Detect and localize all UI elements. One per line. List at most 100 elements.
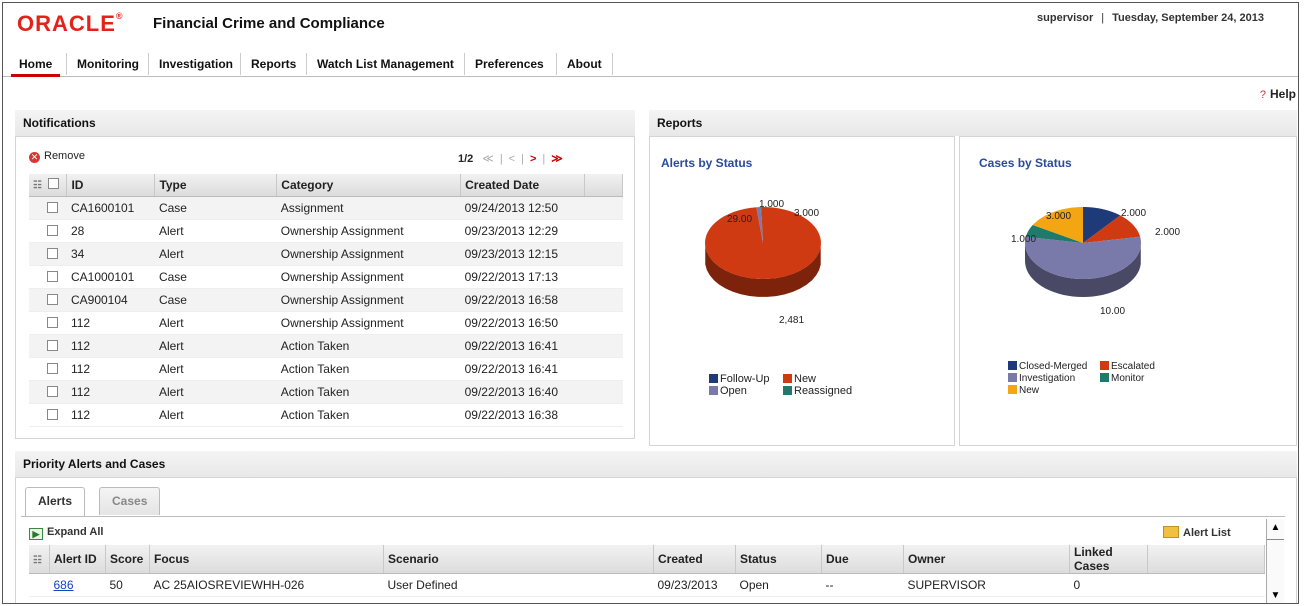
col-score[interactable]: Score xyxy=(105,545,150,574)
notification-category: Action Taken xyxy=(276,403,461,427)
remove-icon: ✕ xyxy=(29,152,40,163)
next-page-icon[interactable]: > xyxy=(530,153,536,165)
nav-about[interactable]: About xyxy=(559,53,610,77)
row-checkbox[interactable] xyxy=(47,339,58,351)
table-row[interactable]: CA1000101 Case Ownership Assignment 09/22/2… xyxy=(29,265,623,289)
col-category[interactable]: Category xyxy=(276,174,462,197)
notification-date: 09/22/2013 16:41 xyxy=(460,357,585,381)
notification-type: Alert xyxy=(154,357,277,381)
alert-id[interactable]: 686 xyxy=(49,573,106,597)
table-row[interactable]: 34 Alert Ownership Assignment 09/23/2013 12… xyxy=(29,242,623,266)
alert-score: 50 xyxy=(105,573,150,597)
table-row[interactable]: CA1600101 Case Assignment 09/24/2013 12:50 xyxy=(29,196,623,220)
col-linked-cases[interactable]: Linked Cases xyxy=(1069,545,1148,574)
row-select xyxy=(29,311,67,335)
table-row[interactable]: 112 Alert Ownership Assignment 09/22/2013 1… xyxy=(29,311,623,335)
row-select xyxy=(29,334,67,358)
alert-id-link[interactable]: 656 xyxy=(54,601,74,603)
row-checkbox[interactable] xyxy=(47,293,58,305)
nav-home[interactable]: Home xyxy=(11,53,61,77)
col-created-date[interactable]: Created Date xyxy=(460,174,586,197)
alerts-legend: Follow-Up New Open Reassigned xyxy=(709,373,852,397)
col-alert-id[interactable]: Alert ID xyxy=(49,545,106,574)
row-checkbox[interactable] xyxy=(47,224,58,236)
row-checkbox[interactable] xyxy=(47,408,58,420)
remove-button[interactable]: ✕ Remove xyxy=(29,150,85,163)
row-select xyxy=(29,403,67,427)
alert-score: 50 xyxy=(105,596,150,603)
prev-page-icon[interactable]: < xyxy=(509,153,515,165)
row-checkbox[interactable] xyxy=(47,316,58,328)
cases-legend: Closed-Merged Escalated Investigation Moni… xyxy=(1008,361,1155,397)
row-checkbox[interactable] xyxy=(47,201,58,213)
remove-label: Remove xyxy=(44,150,85,162)
alert-id-link[interactable]: 686 xyxy=(54,578,74,592)
table-row[interactable]: 686 50 AC 25AIOSREVIEWHH-026 User Defined 09… xyxy=(29,573,1265,597)
row-checkbox[interactable] xyxy=(47,247,58,259)
legend-cases-new: New xyxy=(1019,385,1040,396)
alert-list-button[interactable]: Alert List xyxy=(1163,526,1231,539)
notification-id: 112 xyxy=(66,380,155,404)
alert-created: 09/23/2013 xyxy=(653,573,736,597)
row-checkbox[interactable] xyxy=(47,385,58,397)
scroll-up-icon[interactable]: ▲ xyxy=(1270,523,1281,533)
nav-monitoring[interactable]: Monitoring xyxy=(69,53,147,77)
col-focus[interactable]: Focus xyxy=(149,545,384,574)
col-due[interactable]: Due xyxy=(821,545,904,574)
cases-label-monitor: 1.000 xyxy=(1011,234,1037,245)
notification-category: Assignment xyxy=(276,196,461,220)
nav-reports[interactable]: Reports xyxy=(243,53,304,77)
row-select xyxy=(29,265,67,289)
scroll-down-icon[interactable]: ▼ xyxy=(1270,591,1281,601)
tree-icon: ☷ xyxy=(33,180,42,192)
notification-type: Case xyxy=(154,265,277,289)
alert-scenario: User Defined xyxy=(383,573,654,597)
help-link[interactable]: ? Help xyxy=(1260,87,1296,101)
notification-id: 112 xyxy=(66,311,155,335)
legend-follow-up: Follow-Up xyxy=(720,373,770,385)
priority-header: Priority Alerts and Cases xyxy=(15,451,1297,477)
row-checkbox[interactable] xyxy=(47,362,58,374)
select-all-checkbox[interactable] xyxy=(48,178,60,190)
alert-id[interactable]: 656 xyxy=(49,596,106,603)
col-created[interactable]: Created xyxy=(653,545,736,574)
last-page-icon[interactable]: ≫ xyxy=(551,153,563,165)
help-label: Help xyxy=(1269,87,1296,101)
row-checkbox[interactable] xyxy=(47,270,58,282)
notifications-header: Notifications xyxy=(15,110,635,136)
alert-focus: AC 25AIOSREVIEWHH-026 xyxy=(149,573,384,597)
expand-all-button[interactable]: ▶ Expand All xyxy=(29,526,103,540)
notification-date: 09/22/2013 16:40 xyxy=(460,380,585,404)
nav-preferences[interactable]: Preferences xyxy=(467,53,552,77)
table-row[interactable]: 112 Alert Action Taken 09/22/2013 16:41 xyxy=(29,357,623,381)
expand-icon: ▶ xyxy=(29,528,43,540)
first-page-icon[interactable]: ≪ xyxy=(482,153,494,165)
tab-cases[interactable]: Cases xyxy=(99,487,161,515)
col-status[interactable]: Status xyxy=(735,545,822,574)
notification-type: Alert xyxy=(154,219,277,243)
alerts-label-open: 29.00 xyxy=(727,214,753,225)
tab-alerts[interactable]: Alerts xyxy=(25,487,86,517)
alert-due: -- xyxy=(821,573,904,597)
table-row[interactable]: 112 Alert Action Taken 09/22/2013 16:40 xyxy=(29,380,623,404)
notification-date: 09/22/2013 16:50 xyxy=(460,311,585,335)
col-owner[interactable]: Owner xyxy=(903,545,1070,574)
table-row[interactable]: 112 Alert Action Taken 09/22/2013 16:38 xyxy=(29,403,623,427)
table-row[interactable]: CA900104 Case Ownership Assignment 09/22/20… xyxy=(29,288,623,312)
nav-watch-list-management[interactable]: Watch List Management xyxy=(309,53,462,77)
col-id[interactable]: ID xyxy=(66,174,156,197)
table-row[interactable]: 656 50CU PSCEI01User Defined09/23/2013Ope… xyxy=(29,596,1265,603)
col-scenario[interactable]: Scenario xyxy=(383,545,654,574)
alert-owner: SUPERVISOR xyxy=(903,596,1070,603)
col-type[interactable]: Type xyxy=(154,174,278,197)
cases-label-investigation: 10.00 xyxy=(1100,306,1126,317)
reports-header: Reports xyxy=(649,110,1297,136)
cases-label-closed-merged: 2.000 xyxy=(1121,208,1147,219)
legend-reassigned: Reassigned xyxy=(794,385,853,397)
nav-investigation[interactable]: Investigation xyxy=(151,53,241,77)
priority-scrollbar[interactable]: ▲ ▼ xyxy=(1266,519,1284,603)
notification-id: 112 xyxy=(66,403,155,427)
notification-category: Ownership Assignment xyxy=(276,242,461,266)
table-row[interactable]: 112 Alert Action Taken 09/22/2013 16:41 xyxy=(29,334,623,358)
table-row[interactable]: 28 Alert Ownership Assignment 09/23/2013 12… xyxy=(29,219,623,243)
